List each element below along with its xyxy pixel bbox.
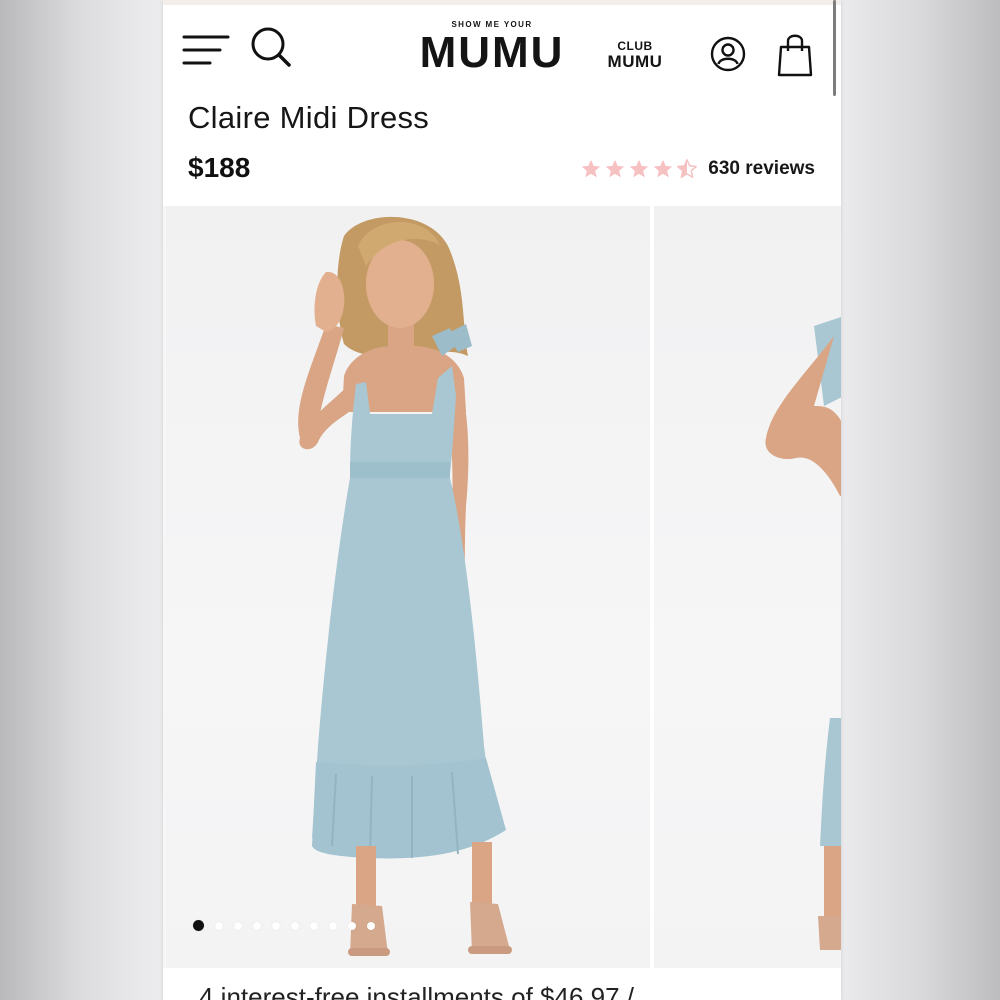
cart-button[interactable] [775,32,815,78]
product-image-side[interactable] [654,206,841,968]
star-icon [630,159,649,178]
carousel-dot[interactable] [193,920,204,931]
top-strip [163,0,841,5]
club-label-bottom: MUMU [607,52,663,71]
star-icon [654,159,673,178]
star-icon [582,159,601,178]
half-star-icon [677,159,698,178]
model-photo-partial [765,317,841,950]
carousel-dot[interactable] [329,921,337,930]
brand-logo[interactable]: SHOW ME YOUR MUMU [419,20,565,75]
club-mumu-link[interactable]: CLUB MUMU [605,38,665,70]
carousel-dot[interactable] [310,921,318,930]
model-photo [298,216,512,956]
account-icon [710,36,746,72]
search-button[interactable] [249,26,293,70]
star-icon [606,159,625,178]
product-rating[interactable]: 630 reviews [580,158,815,180]
product-image-carousel[interactable] [163,206,841,968]
rating-stars [580,158,698,180]
carousel-dot[interactable] [234,921,242,930]
site-header: SHOW ME YOUR MUMU CLUB MUMU [163,8,841,96]
carousel-dot[interactable] [348,921,356,930]
mobile-page: SHOW ME YOUR MUMU CLUB MUMU Claire Midi … [163,0,841,1000]
product-price: $188 [188,152,251,183]
carousel-dot[interactable] [215,921,223,930]
carousel-dot[interactable] [272,921,280,930]
carousel-dot[interactable] [367,921,375,930]
menu-button[interactable] [181,30,231,70]
shopping-bag-icon [777,34,813,77]
product-image-front[interactable] [166,206,650,968]
menu-icon [182,35,230,65]
carousel-dot[interactable] [253,921,261,930]
search-icon [251,27,291,67]
reviews-count: 630 reviews [708,158,815,179]
account-button[interactable] [708,34,748,74]
logo-wordmark: MUMU [419,28,565,77]
installments-text: 4 interest-free installments of $46.97 / [199,982,635,1000]
carousel-dot[interactable] [291,921,299,930]
product-title: Claire Midi Dress [188,100,430,135]
carousel-pagination [193,920,375,931]
